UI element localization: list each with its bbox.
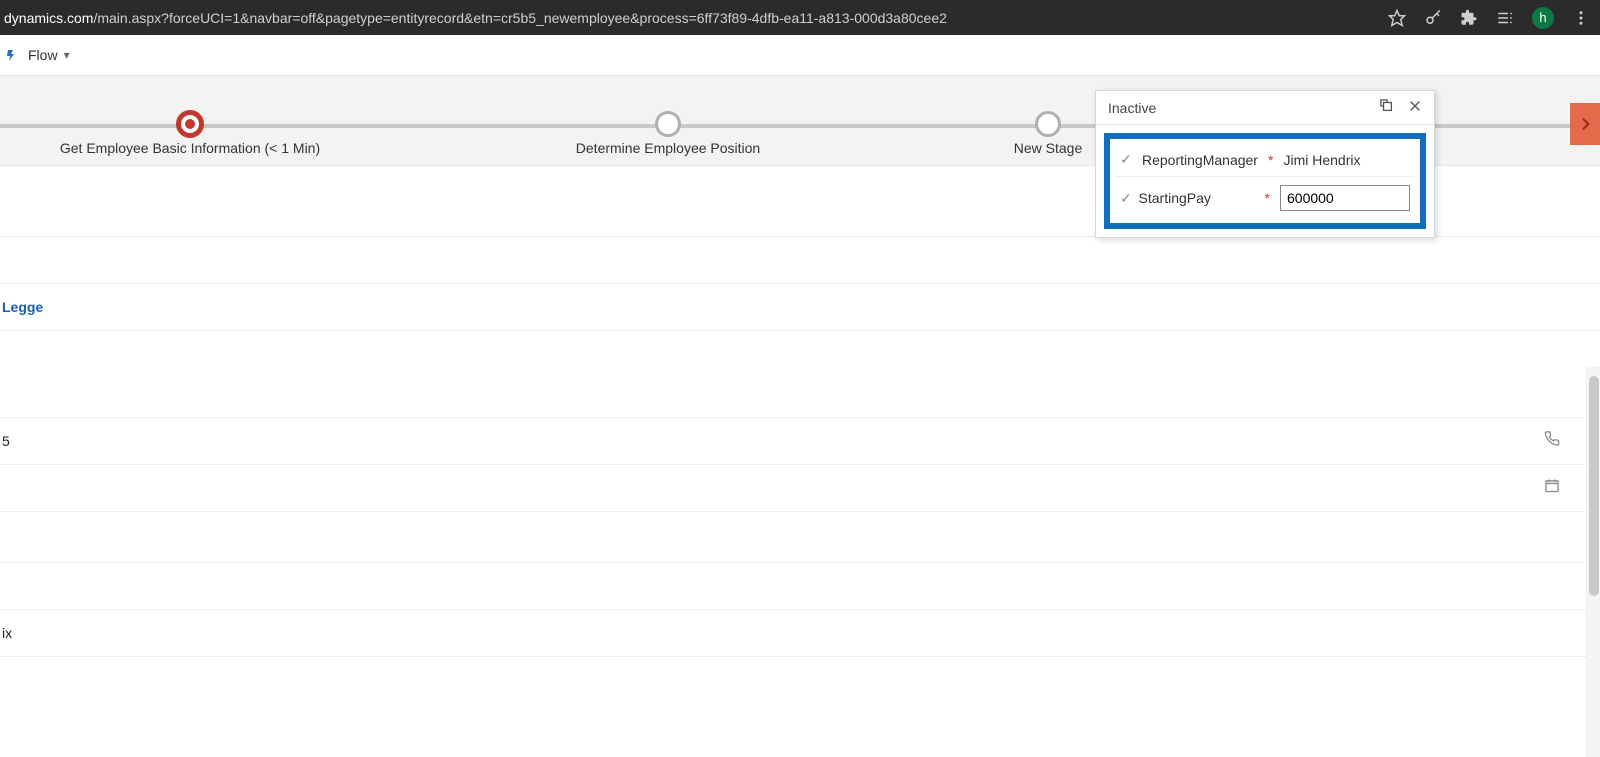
form-row-date[interactable]: [0, 465, 1600, 511]
reading-list-icon[interactable]: [1496, 9, 1514, 27]
close-icon[interactable]: [1408, 99, 1422, 116]
stage-node-1[interactable]: [176, 110, 204, 138]
stage-node-3[interactable]: [1035, 111, 1061, 137]
field-value: 5: [2, 433, 10, 449]
url-path: /main.aspx?forceUCI=1&navbar=off&pagetyp…: [93, 10, 946, 26]
flyout-status: Inactive: [1108, 100, 1156, 116]
flow-icon: [6, 47, 22, 63]
form-row[interactable]: [0, 237, 1600, 283]
stage-node-2[interactable]: [655, 111, 681, 137]
url-domain: dynamics.com: [4, 10, 93, 26]
profile-avatar[interactable]: h: [1532, 7, 1554, 29]
dock-icon[interactable]: [1380, 99, 1394, 116]
stage-circle-icon: [1035, 111, 1061, 137]
flyout-field-reportingmanager[interactable]: ✓ ReportingManager * Jimi Hendrix: [1116, 143, 1414, 176]
startingpay-input[interactable]: [1280, 185, 1410, 211]
chevron-down-icon: ▾: [64, 48, 70, 62]
key-icon[interactable]: [1424, 9, 1442, 27]
command-bar: Flow ▾: [0, 35, 1600, 76]
stage-flyout: Inactive ✓ ReportingManager * Jimi Hendr…: [1095, 90, 1435, 238]
stage-circle-icon: [655, 111, 681, 137]
flow-button[interactable]: Flow ▾: [6, 47, 70, 63]
extensions-icon[interactable]: [1460, 9, 1478, 27]
field-name: ReportingManager: [1142, 152, 1262, 168]
form-area: Legge 5 ix: [0, 166, 1600, 657]
flyout-header: Inactive: [1096, 91, 1434, 125]
phone-icon[interactable]: [1544, 431, 1560, 452]
row-separator: [0, 656, 1600, 657]
required-asterisk: *: [1268, 152, 1273, 168]
field-name: StartingPay: [1139, 190, 1259, 206]
check-icon: ✓: [1120, 151, 1136, 168]
field-value[interactable]: Jimi Hendrix: [1283, 152, 1410, 168]
form-row[interactable]: [0, 563, 1600, 609]
form-row-legge[interactable]: Legge: [0, 284, 1600, 330]
calendar-icon[interactable]: [1544, 478, 1560, 499]
field-value: ix: [2, 625, 12, 641]
next-stage-arrow[interactable]: [1570, 103, 1600, 145]
star-icon[interactable]: [1388, 9, 1406, 27]
flow-label: Flow: [28, 47, 58, 63]
flyout-body: ✓ ReportingManager * Jimi Hendrix ✓ Star…: [1104, 133, 1426, 229]
scrollbar-thumb[interactable]: [1589, 376, 1599, 596]
vertical-scrollbar[interactable]: [1586, 366, 1600, 757]
browser-right-icons: h: [1388, 0, 1590, 35]
check-icon: ✓: [1120, 190, 1133, 207]
stage-label-2: Determine Employee Position: [576, 140, 760, 156]
browser-url[interactable]: dynamics.com/main.aspx?forceUCI=1&navbar…: [0, 10, 947, 26]
form-row[interactable]: [0, 331, 1600, 377]
flyout-field-startingpay[interactable]: ✓ StartingPay *: [1116, 176, 1414, 219]
browser-address-bar: dynamics.com/main.aspx?forceUCI=1&navbar…: [0, 0, 1600, 35]
stage-label-3: New Stage: [1014, 140, 1082, 156]
form-row-phone[interactable]: 5: [0, 418, 1600, 464]
stage-circle-active-icon: [176, 110, 204, 138]
lookup-link[interactable]: Legge: [2, 299, 43, 315]
required-asterisk: *: [1265, 190, 1270, 206]
kebab-menu-icon[interactable]: [1572, 9, 1590, 27]
form-row-ix[interactable]: ix: [0, 610, 1600, 656]
stage-label-1: Get Employee Basic Information (< 1 Min): [60, 140, 320, 156]
